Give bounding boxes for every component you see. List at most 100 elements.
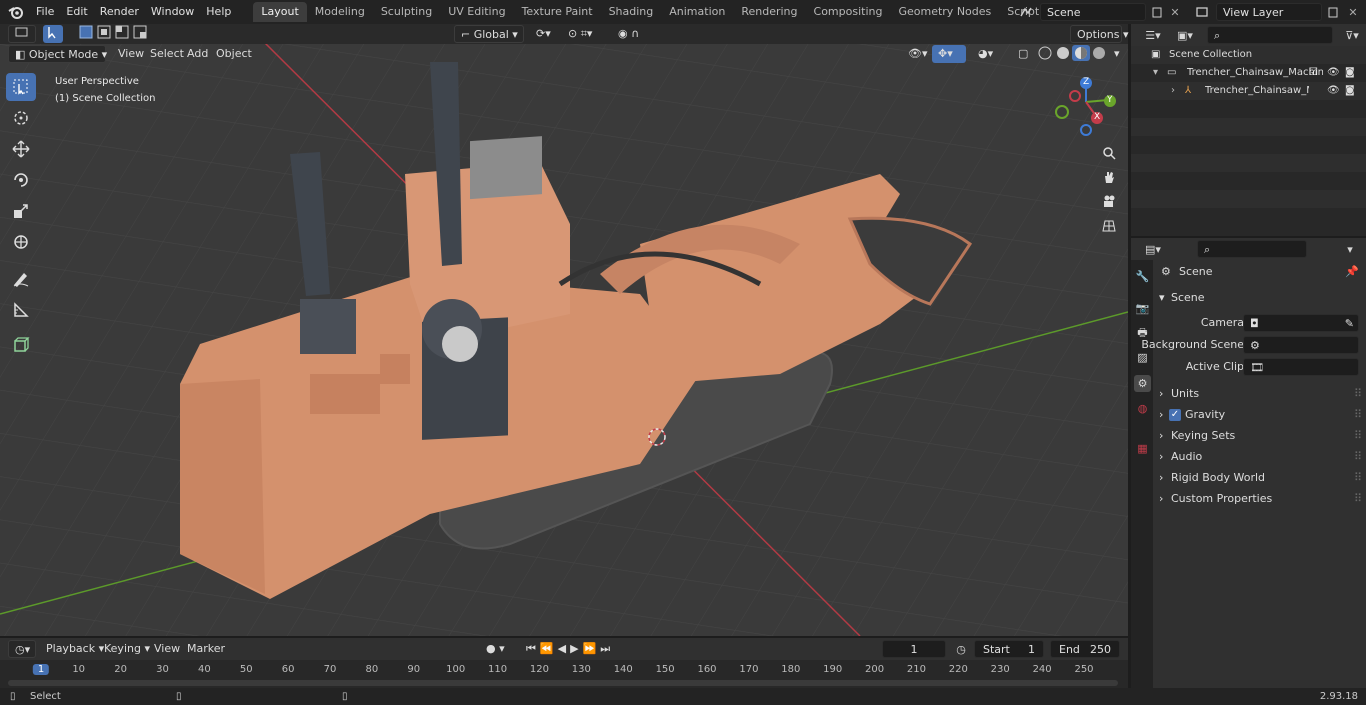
background-scene-field[interactable]: ⚙ (1243, 336, 1359, 354)
zoom-icon[interactable] (1099, 143, 1119, 163)
current-frame-input[interactable]: 1 (882, 640, 946, 658)
tab-uv-editing[interactable]: UV Editing (440, 2, 513, 22)
transform-orientation-dropdown[interactable]: ⌐ Global ▾ (454, 25, 524, 43)
pan-hand-icon[interactable] (1099, 167, 1119, 187)
new-view-layer-icon[interactable] (1324, 3, 1342, 21)
close-scene-icon[interactable]: ✕ (1166, 3, 1184, 21)
select-mode-buttons[interactable] (76, 25, 162, 43)
tab-geometry-nodes[interactable]: Geometry Nodes (890, 2, 999, 22)
jump-end-icon[interactable]: ⏭ (600, 642, 614, 655)
visibility-icon[interactable]: 👁▾ (902, 45, 930, 63)
outliner-row-object[interactable]: › ⅄ Trencher_Chainsaw_Mac 👁 ◙ (1131, 82, 1366, 100)
scale-tool-icon[interactable] (6, 197, 36, 225)
menu-window[interactable]: Window (145, 2, 200, 22)
new-scene-icon[interactable] (1148, 3, 1166, 21)
measure-tool-icon[interactable] (6, 296, 36, 324)
prev-keyframe-icon[interactable]: ⏪ (540, 642, 558, 655)
expand-arrow-icon[interactable]: ▾ (1153, 64, 1158, 82)
record-icon[interactable]: ● ▾ (480, 640, 516, 658)
drag-handle-icon[interactable]: ⠿ (1354, 489, 1362, 509)
proportional-edit-icon[interactable]: ◉ ∩ (612, 25, 658, 43)
object-mode-dropdown[interactable]: ◧ Object Mode ▾ (8, 45, 107, 63)
tab-shading[interactable]: Shading (601, 2, 662, 22)
move-tool-icon[interactable] (6, 135, 36, 163)
end-frame-input[interactable]: End 250 (1050, 640, 1120, 658)
tab-modeling[interactable]: Modeling (307, 2, 373, 22)
menu-file[interactable]: File (30, 2, 60, 22)
shading-mode-buttons[interactable] (1034, 45, 1114, 63)
overlay-toggle-icon[interactable]: ◕▾ (972, 45, 1006, 63)
visibility-eye-icon[interactable]: 👁 (1327, 64, 1340, 82)
timeline-scrollbar[interactable] (8, 680, 1118, 686)
drag-handle-icon[interactable]: ⠿ (1354, 468, 1362, 488)
visibility-eye-icon[interactable]: 👁 (1327, 82, 1340, 100)
xray-icon[interactable]: ▢ (1012, 45, 1030, 63)
tab-sculpting[interactable]: Sculpting (373, 2, 440, 22)
timeline-area[interactable]: 1 10 20 30 40 50 60 70 80 90 100 110 120 130 140 150 160… (0, 660, 1128, 688)
close-view-layer-icon[interactable]: ✕ (1344, 3, 1362, 21)
select-tool-icon[interactable] (43, 25, 63, 43)
next-keyframe-icon[interactable]: ⏩ (583, 642, 601, 655)
cursor-tool-icon[interactable] (6, 104, 36, 132)
render-camera-icon[interactable]: ◙ (1345, 82, 1355, 100)
menu-help[interactable]: Help (200, 2, 237, 22)
panel-keying-sets[interactable]: › Keying Sets ⠿ (1153, 426, 1366, 446)
snap-icon[interactable]: ⊙ ⌗▾ (562, 25, 610, 43)
properties-search-input[interactable]: ⌕ (1197, 240, 1307, 258)
outliner-row-scene-collection[interactable]: ▣ Scene Collection (1131, 46, 1366, 64)
transform-tool-icon[interactable] (6, 228, 36, 256)
panel-audio[interactable]: › Audio ⠿ (1153, 447, 1366, 467)
3d-viewport[interactable]: Z Y X User Perspective (1) Scene Collect… (0, 44, 1128, 636)
annotate-tool-icon[interactable] (6, 265, 36, 293)
expand-arrow-icon[interactable]: › (1171, 82, 1175, 100)
include-checkbox-icon[interactable]: ☑ (1309, 64, 1318, 82)
tab-rendering[interactable]: Rendering (733, 2, 805, 22)
camera-view-icon[interactable] (1099, 191, 1119, 211)
drag-handle-icon[interactable]: ⠿ (1354, 405, 1362, 425)
tab-animation[interactable]: Animation (661, 2, 733, 22)
properties-editor-type-icon[interactable]: ▤▾ (1139, 240, 1167, 258)
timeline-editor-type-icon[interactable]: ◷▾ (8, 640, 36, 658)
menu-render[interactable]: Render (94, 2, 145, 22)
pin-icon[interactable]: 📌 (1345, 262, 1359, 282)
play-icon[interactable]: ▶ (570, 642, 582, 655)
blender-logo-icon[interactable] (4, 2, 28, 22)
view-layer-input[interactable]: View Layer (1216, 3, 1322, 21)
perspective-toggle-icon[interactable] (1099, 216, 1119, 236)
scene-type-icon[interactable] (1014, 3, 1038, 21)
drag-handle-icon[interactable]: ⠿ (1354, 447, 1362, 467)
view-layer-icon[interactable] (1190, 3, 1214, 21)
filter-icon[interactable]: ⊽▾ (1339, 26, 1365, 44)
play-reverse-icon[interactable]: ◀ (558, 642, 570, 655)
shading-options-icon[interactable]: ▾ (1108, 45, 1124, 63)
scene-input[interactable]: Scene (1040, 3, 1146, 21)
tool-tab-icon[interactable]: 🔧 (1134, 268, 1151, 285)
timeline-menu-marker[interactable]: Marker (181, 640, 231, 658)
tab-compositing[interactable]: Compositing (806, 2, 891, 22)
options-dropdown[interactable]: Options ▾ (1070, 25, 1128, 43)
add-cube-tool-icon[interactable] (6, 331, 36, 359)
render-tab-icon[interactable]: 📷 (1134, 300, 1151, 317)
playback-controls[interactable]: ⏮⏪◀▶⏩⏭ (520, 640, 632, 658)
camera-field[interactable]: ◘ ✎ (1243, 314, 1359, 332)
tab-layout[interactable]: Layout (253, 2, 307, 22)
active-clip-field[interactable]: 🎞 (1243, 358, 1359, 376)
viewport-menu-object[interactable]: Object (210, 45, 258, 63)
eyedropper-icon[interactable]: ✎ (1345, 315, 1354, 331)
current-frame-indicator[interactable]: 1 (32, 664, 50, 675)
rotate-tool-icon[interactable] (6, 166, 36, 194)
outliner-row-collection[interactable]: ▾ ▭ Trencher_Chainsaw_Machine_ ☑ 👁 ◙ (1131, 64, 1366, 82)
select-box-tool-icon[interactable] (6, 73, 36, 101)
preview-range-icon[interactable]: ◷ (952, 640, 970, 658)
properties-options-icon[interactable]: ▾ (1341, 240, 1359, 258)
panel-custom-properties[interactable]: › Custom Properties ⠿ (1153, 489, 1366, 509)
world-tab-icon[interactable]: ◍ (1134, 400, 1151, 417)
gizmo-toggle-icon[interactable]: ✥▾ (932, 45, 966, 63)
texture-tab-icon[interactable]: ▦ (1134, 440, 1151, 457)
menu-edit[interactable]: Edit (60, 2, 93, 22)
render-camera-icon[interactable]: ◙ (1345, 64, 1355, 82)
tab-texture-paint[interactable]: Texture Paint (514, 2, 601, 22)
panel-units[interactable]: › Units ⠿ (1153, 384, 1366, 404)
panel-gravity[interactable]: › ✓ Gravity ⠿ (1153, 405, 1366, 425)
drag-handle-icon[interactable]: ⠿ (1354, 384, 1362, 404)
